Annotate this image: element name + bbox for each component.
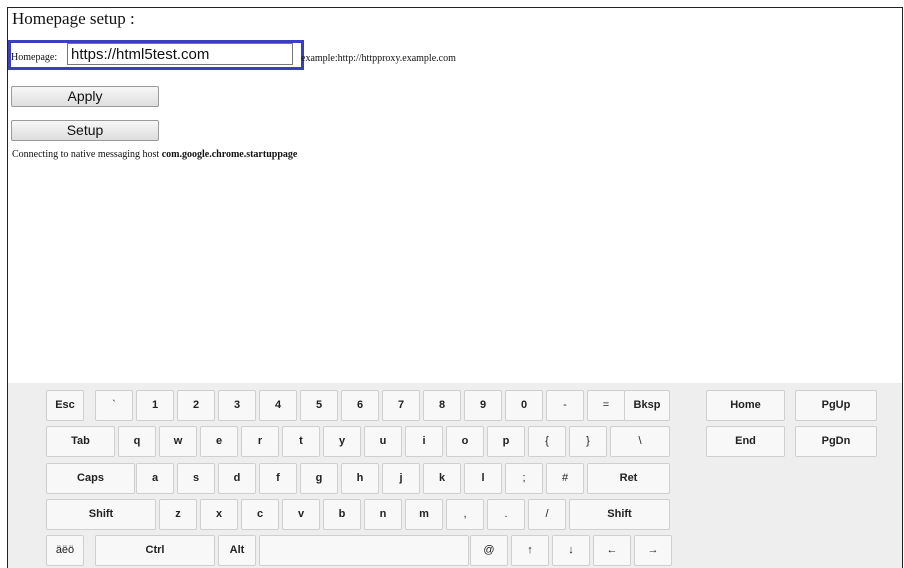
setup-button[interactable]: Setup [11, 120, 159, 141]
apply-button[interactable]: Apply [11, 86, 159, 107]
status-host: com.google.chrome.startuppage [161, 149, 298, 160]
key-k[interactable]: k [423, 463, 461, 494]
key-semicolon[interactable]: ; [505, 463, 543, 494]
key-l[interactable]: l [464, 463, 502, 494]
key-caps[interactable]: Caps [46, 463, 135, 494]
key-e[interactable]: e [200, 426, 238, 457]
key-arrow-up[interactable]: ↑ [511, 535, 549, 566]
key-0[interactable]: 0 [505, 390, 543, 421]
status-prefix: Connecting to native messaging host [12, 149, 162, 160]
key-period[interactable]: . [487, 499, 525, 530]
key-1[interactable]: 1 [136, 390, 174, 421]
key-j[interactable]: j [382, 463, 420, 494]
key-hash[interactable]: # [546, 463, 584, 494]
key-a[interactable]: a [136, 463, 174, 494]
key-arrow-down[interactable]: ↓ [552, 535, 590, 566]
page-title: Homepage setup : [12, 9, 135, 28]
key-home[interactable]: Home [706, 390, 785, 421]
key-i[interactable]: i [405, 426, 443, 457]
key-end[interactable]: End [706, 426, 785, 457]
key-shift-right[interactable]: Shift [569, 499, 670, 530]
key-comma[interactable]: , [446, 499, 484, 530]
key-f[interactable]: f [259, 463, 297, 494]
key-ctrl[interactable]: Ctrl [95, 535, 215, 566]
key-b[interactable]: b [323, 499, 361, 530]
status-message: Connecting to native messaging host com.… [12, 149, 297, 160]
key-s[interactable]: s [177, 463, 215, 494]
key-9[interactable]: 9 [464, 390, 502, 421]
key-q[interactable]: q [118, 426, 156, 457]
key-shift-left[interactable]: Shift [46, 499, 156, 530]
key-y[interactable]: y [323, 426, 361, 457]
key-z[interactable]: z [159, 499, 197, 530]
key-5[interactable]: 5 [300, 390, 338, 421]
key-t[interactable]: t [282, 426, 320, 457]
key-p[interactable]: p [487, 426, 525, 457]
key-backslash[interactable]: \ [610, 426, 670, 457]
key-arrow-left[interactable]: ← [593, 535, 631, 566]
homepage-input[interactable] [67, 43, 293, 65]
key-arrow-right[interactable]: → [634, 535, 672, 566]
key-r[interactable]: r [241, 426, 279, 457]
key-2[interactable]: 2 [177, 390, 215, 421]
key-v[interactable]: v [282, 499, 320, 530]
key-u[interactable]: u [364, 426, 402, 457]
key-minus[interactable]: - [546, 390, 584, 421]
key-6[interactable]: 6 [341, 390, 379, 421]
key-slash[interactable]: / [528, 499, 566, 530]
key-n[interactable]: n [364, 499, 402, 530]
key-open-brace[interactable]: { [528, 426, 566, 457]
key-accents[interactable]: äëö [46, 535, 84, 566]
key-o[interactable]: o [446, 426, 484, 457]
on-screen-keyboard: Esc ` 1 2 3 4 5 6 7 8 9 0 - = Bksp Home … [8, 383, 902, 568]
key-return[interactable]: Ret [587, 463, 670, 494]
key-alt[interactable]: Alt [218, 535, 256, 566]
homepage-example-hint: example:http://httpproxy.example.com [301, 53, 456, 64]
key-equals[interactable]: = [587, 390, 625, 421]
key-4[interactable]: 4 [259, 390, 297, 421]
key-h[interactable]: h [341, 463, 379, 494]
key-esc[interactable]: Esc [46, 390, 84, 421]
key-pgup[interactable]: PgUp [795, 390, 877, 421]
key-backspace[interactable]: Bksp [624, 390, 670, 421]
key-close-brace[interactable]: } [569, 426, 607, 457]
key-7[interactable]: 7 [382, 390, 420, 421]
key-d[interactable]: d [218, 463, 256, 494]
key-m[interactable]: m [405, 499, 443, 530]
key-at[interactable]: @ [470, 535, 508, 566]
key-x[interactable]: x [200, 499, 238, 530]
key-8[interactable]: 8 [423, 390, 461, 421]
key-3[interactable]: 3 [218, 390, 256, 421]
key-tab[interactable]: Tab [46, 426, 115, 457]
homepage-label: Homepage: [11, 52, 58, 63]
key-w[interactable]: w [159, 426, 197, 457]
key-pgdn[interactable]: PgDn [795, 426, 877, 457]
key-backtick[interactable]: ` [95, 390, 133, 421]
key-space[interactable] [259, 535, 469, 566]
key-g[interactable]: g [300, 463, 338, 494]
key-c[interactable]: c [241, 499, 279, 530]
